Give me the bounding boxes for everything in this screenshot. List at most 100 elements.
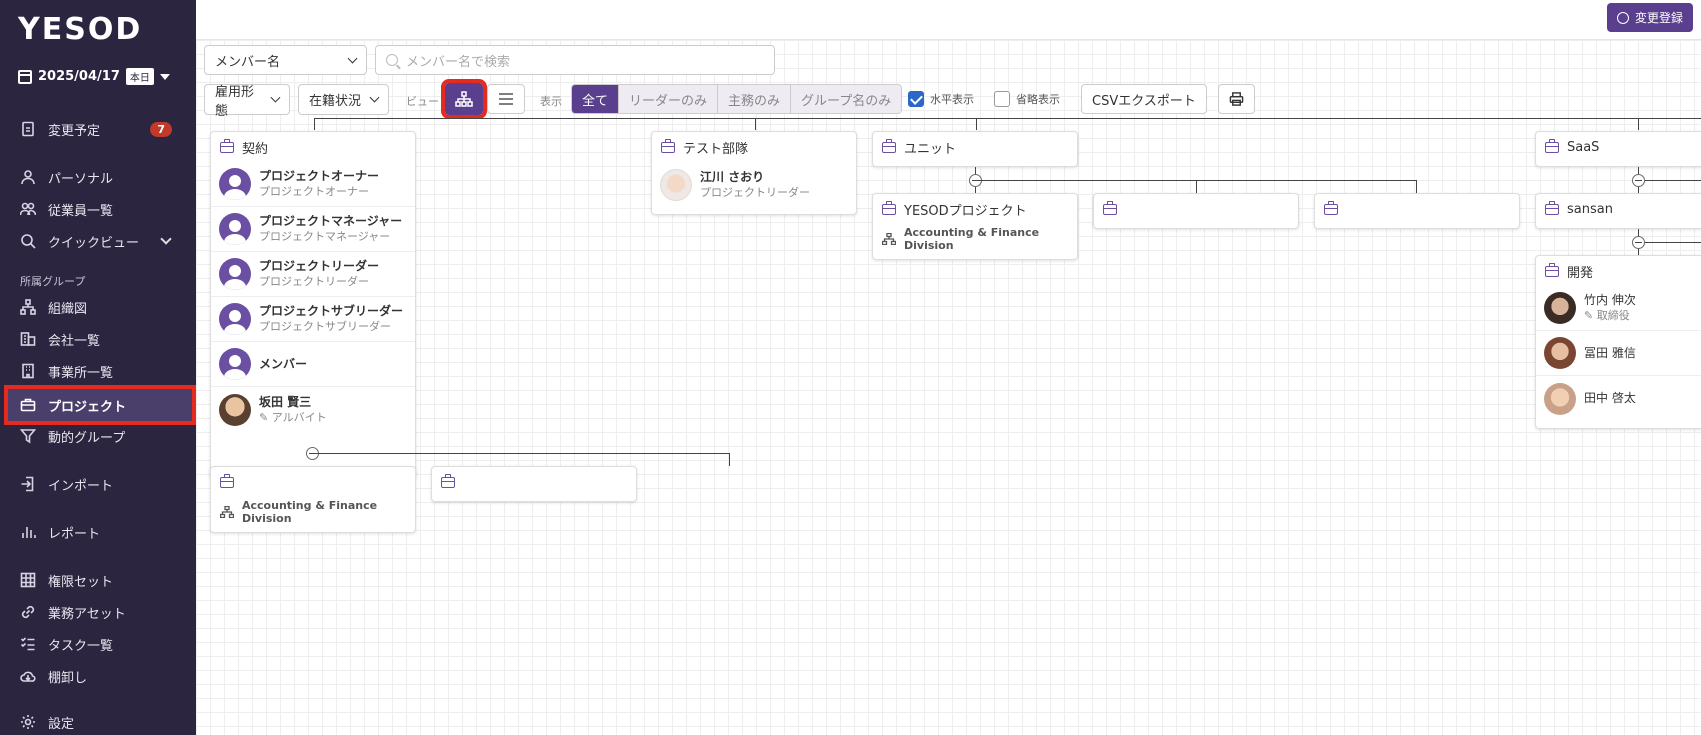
project-card-sansan[interactable]: sansan [1535,193,1701,229]
org-chart-icon [455,91,473,107]
sidebar-item-dynamic-groups[interactable]: 動的グループ [0,421,196,451]
member-row[interactable]: 坂田 賢三 ✎ アルバイト [211,387,415,432]
sidebar-item-inventory[interactable]: 棚卸し [0,661,196,691]
member-row[interactable]: プロジェクトサブリーダー プロジェクトサブリーダー [211,297,415,342]
display-option-leaders[interactable]: リーダーのみ [619,85,719,113]
employment-status-select[interactable]: 在籍状況 [298,84,389,115]
project-card-saas[interactable]: SaaS [1535,131,1701,167]
briefcase-icon [1324,200,1338,215]
member-role: プロジェクトリーダー [259,275,369,288]
sidebar-item-import[interactable]: インポート [0,469,196,499]
briefcase-icon [882,200,896,215]
sidebar-item-label: 設定 [48,716,75,732]
horizontal-view-checkbox[interactable]: 水平表示 [908,91,974,107]
project-card-sub-1[interactable]: Accounting & Finance Division [210,466,416,533]
card-header: 契約 [211,132,415,162]
sidebar-item-tasks[interactable]: タスク一覧 [0,629,196,659]
compact-view-checkbox[interactable]: 省略表示 [994,91,1060,107]
sidebar-item-assets[interactable]: 業務アセット [0,597,196,627]
grid-icon [20,572,36,588]
sidebar-item-label: 組織図 [48,301,88,317]
view-label: ビュー [406,95,439,108]
sidebar-item-personal[interactable]: パーソナル [0,162,196,192]
tree-view-button[interactable] [441,79,487,119]
division-row: Accounting & Finance Division [873,224,1077,254]
member-name: 竹内 伸次 [1584,293,1636,307]
chevron-down-icon [369,92,380,103]
card-header [211,467,415,497]
member-search-input[interactable]: メンバー名で検索 [375,45,775,75]
sidebar-item-label: 事業所一覧 [48,365,114,381]
sidebar-item-label: 変更予定 [48,123,101,139]
employment-type-label: 雇用形態 [215,84,255,119]
compact-view-label: 省略表示 [1016,93,1060,106]
list-view-button[interactable] [487,84,525,114]
display-option-primary[interactable]: 主務のみ [718,85,792,113]
building-icon [20,331,36,347]
avatar [219,303,251,335]
project-card-keiyaku[interactable]: 契約 プロジェクトオーナー プロジェクトオーナー プロジェクトマネージャー プロジェ… [210,131,416,480]
member-row[interactable]: プロジェクトオーナー プロジェクトオーナー [211,162,415,207]
sidebar-item-reports[interactable]: レポート [0,517,196,547]
person-icon [20,169,36,185]
member-row[interactable]: プロジェクトリーダー プロジェクトリーダー [211,252,415,297]
org-chart-canvas[interactable]: メンバー名 メンバー名で検索 雇用形態 在籍状況 ビュー 表示 全て リーダーの… [196,40,1701,735]
member-row[interactable]: 田中 啓太 [1536,376,1701,421]
member-name: 田中 啓太 [1584,391,1636,405]
division-row: Accounting & Finance Division [211,497,415,527]
member-row[interactable]: メンバー [211,342,415,387]
register-change-button[interactable]: 変更登録 [1606,3,1693,32]
member-row[interactable]: 江川 さおり プロジェクトリーダー [652,162,856,207]
display-option-all[interactable]: 全て [572,85,620,113]
sidebar: YESOD 2025/04/17 本日 変更予定 7 パーソナル 従業員一覧 ク… [0,0,196,735]
csv-export-button[interactable]: CSVエクスポート [1081,84,1207,114]
employment-type-select[interactable]: 雇用形態 [204,84,290,119]
print-button[interactable] [1218,84,1255,114]
project-card-unit-sub-3[interactable] [1314,193,1520,229]
briefcase-icon [441,473,455,488]
member-row[interactable]: 竹内 伸次 ✎ 取締役 [1536,286,1701,331]
connector-line [755,118,756,130]
project-card-test-team[interactable]: テスト部隊 江川 さおり プロジェクトリーダー [651,131,857,215]
clock-icon [1616,11,1629,24]
division-name: Accounting & Finance Division [904,226,1040,252]
sidebar-item-scheduled-changes[interactable]: 変更予定 7 [0,114,196,144]
connector-line [1416,180,1417,193]
sidebar-item-permissions[interactable]: 権限セット [0,565,196,595]
member-name: プロジェクトオーナー [259,169,380,183]
project-card-unit[interactable]: ユニット [872,131,1078,167]
checkbox-checked-icon [908,91,924,107]
sidebar-item-org-chart[interactable]: 組織図 [0,292,196,322]
avatar [219,348,251,380]
search-placeholder: メンバー名で検索 [406,54,511,70]
current-date: 2025/04/17 [38,69,120,84]
project-card-yesod[interactable]: YESODプロジェクト Accounting & Finance Divisio… [872,193,1078,260]
collapse-toggle[interactable] [1632,174,1645,187]
users-icon [20,201,36,217]
member-row[interactable]: 冨田 雅信 [1536,331,1701,376]
member-role: プロジェクトマネージャー [259,230,391,243]
member-role: ✎ アルバイト [259,410,327,424]
member-name: プロジェクトサブリーダー [259,304,404,318]
collapse-toggle[interactable] [1632,236,1645,249]
member-filter-select[interactable]: メンバー名 [204,45,367,75]
project-card-sub-2[interactable] [431,466,637,502]
member-filter-value: メンバー名 [215,54,281,70]
card-header: 開発 [1536,256,1701,286]
project-card-dev[interactable]: 開発 竹内 伸次 ✎ 取締役 冨田 雅信 田中 啓太 [1535,255,1701,429]
sidebar-item-employees[interactable]: 従業員一覧 [0,194,196,224]
yesod-logo[interactable]: YESOD [18,12,142,47]
date-selector[interactable]: 2025/04/17 本日 [18,68,170,85]
sidebar-item-settings[interactable]: 設定 [0,709,196,735]
chevron-down-icon [160,233,172,245]
sidebar-item-projects[interactable]: プロジェクト [4,385,196,425]
member-row[interactable]: プロジェクトマネージャー プロジェクトマネージャー [211,207,415,252]
sidebar-item-offices[interactable]: 事業所一覧 [0,356,196,386]
sidebar-item-quickview[interactable]: クイックビュー [0,226,196,256]
display-option-group-names[interactable]: グループ名のみ [791,85,902,113]
member-role: プロジェクトリーダー [700,185,810,199]
avatar [1544,337,1576,369]
project-card-unit-sub-2[interactable] [1093,193,1299,229]
sidebar-item-companies[interactable]: 会社一覧 [0,324,196,354]
connector-line [1645,180,1701,181]
